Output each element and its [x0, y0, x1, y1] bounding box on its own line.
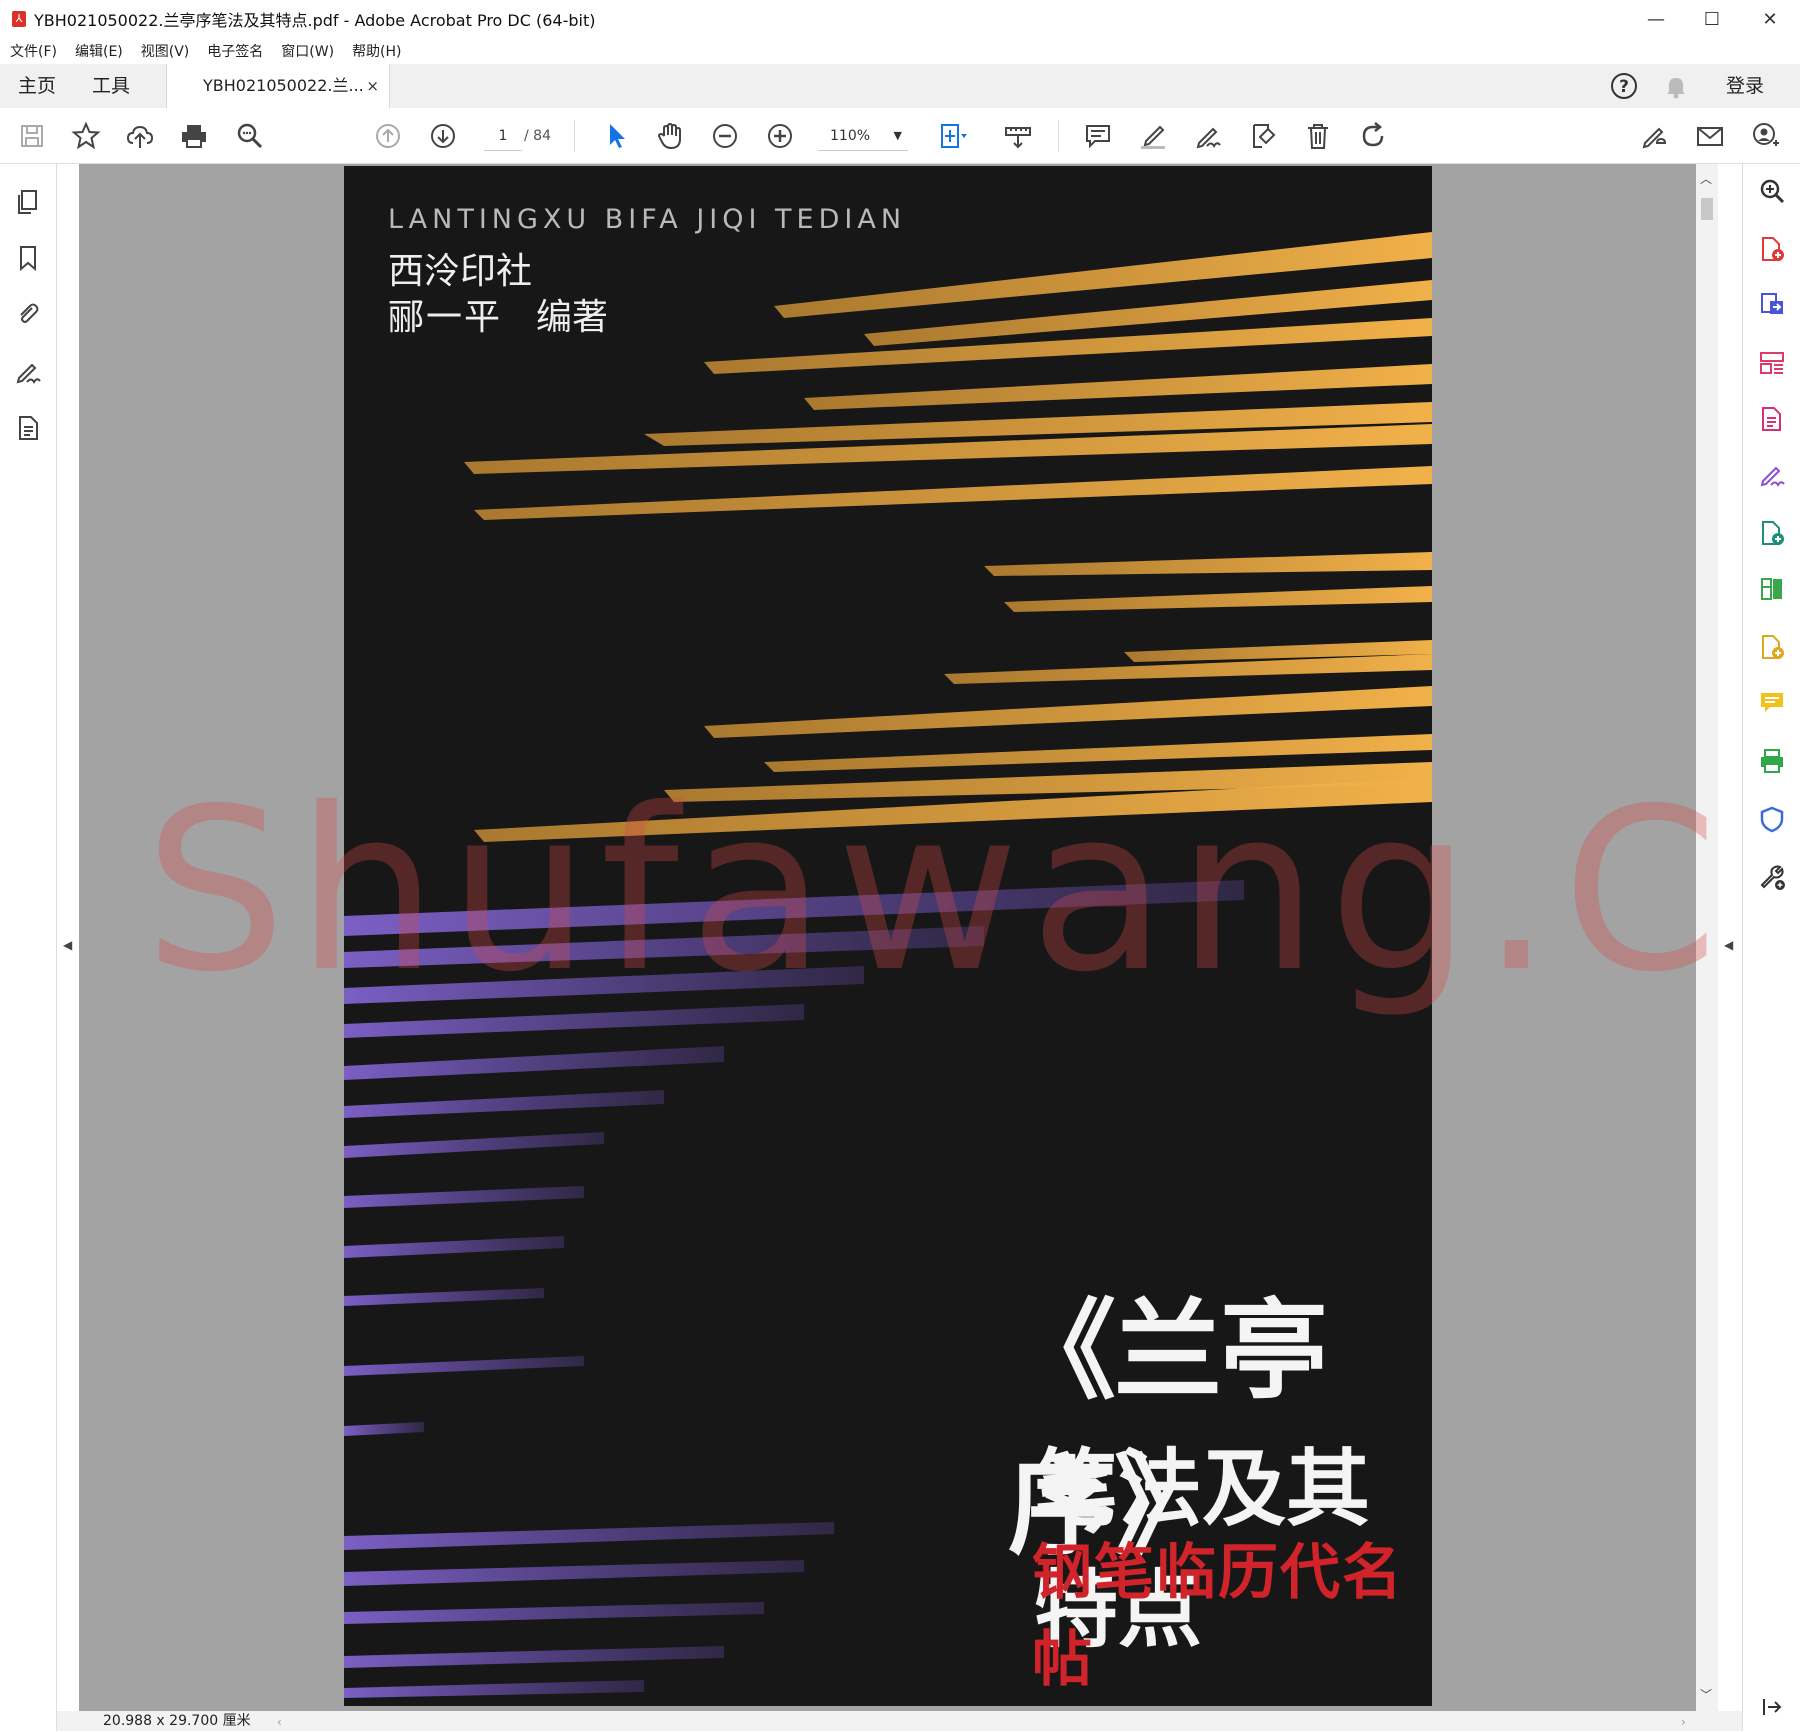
menu-help[interactable]: 帮助(H) — [352, 41, 401, 61]
vertical-scrollbar[interactable]: ︿ ﹀ — [1696, 164, 1718, 1711]
close-tab-button[interactable]: × — [366, 64, 379, 108]
collapse-tools-pane-icon[interactable] — [1757, 1692, 1787, 1722]
maximize-button[interactable]: ☐ — [1684, 0, 1740, 38]
print-icon[interactable] — [176, 118, 212, 154]
email-icon[interactable] — [1692, 118, 1728, 154]
scroll-right-icon[interactable]: › — [1681, 1712, 1686, 1732]
scroll-down-icon[interactable]: ﹀ — [1700, 1686, 1712, 1703]
hand-tool-icon[interactable] — [652, 118, 688, 154]
send-for-signature-icon[interactable] — [1757, 518, 1787, 548]
menu-esign[interactable]: 电子签名 — [207, 41, 263, 61]
tab-bar: 主页 工具 YBH021050022.兰... × ? 登录 — [0, 64, 1800, 109]
toolbar: 1 / 84 110% ▼ — [0, 108, 1800, 164]
login-button[interactable]: 登录 — [1726, 64, 1764, 108]
cover-editor-role: 编著 — [536, 297, 609, 338]
create-pdf-icon[interactable] — [1757, 234, 1787, 264]
prev-page-icon[interactable] — [370, 118, 406, 154]
expand-left-pane-icon[interactable]: ◀ — [63, 938, 72, 952]
trash-icon[interactable] — [1300, 118, 1336, 154]
title-bar: ⅄ YBH021050022.兰亭序笔法及其特点.pdf - Adobe Acr… — [0, 0, 1800, 38]
right-pane-collapse-strip: ◀ — [1718, 164, 1742, 1711]
zoom-search-icon[interactable] — [232, 118, 268, 154]
organize-pages-icon[interactable] — [1757, 348, 1787, 378]
next-page-icon[interactable] — [425, 118, 461, 154]
print-production-icon[interactable] — [1757, 746, 1787, 776]
highlight-pen-icon[interactable] — [1135, 118, 1171, 154]
compare-files-icon[interactable] — [1757, 574, 1787, 604]
document-tab-label: YBH021050022.兰... — [203, 76, 364, 95]
document-properties-icon[interactable] — [12, 412, 44, 444]
expand-right-pane-icon[interactable]: ◀ — [1724, 938, 1733, 952]
protect-shield-icon[interactable] — [1757, 804, 1787, 834]
ruler-tool-icon[interactable] — [1000, 118, 1036, 154]
page-thumbnails-icon[interactable] — [12, 186, 44, 218]
comment-icon[interactable] — [1080, 118, 1116, 154]
pdf-page: LANTINGXU BIFA JIQI TEDIAN 西泠印社 郦一平 编著 《… — [344, 166, 1432, 1706]
page-number-input[interactable]: 1 — [484, 122, 522, 151]
export-pdf-icon[interactable] — [1757, 290, 1787, 320]
save-icon[interactable] — [14, 118, 50, 154]
scroll-left-icon[interactable]: ‹ — [277, 1712, 282, 1732]
cover-pinyin-title: LANTINGXU BIFA JIQI TEDIAN — [388, 204, 907, 235]
bookmark-icon[interactable] — [12, 242, 44, 274]
menu-window[interactable]: 窗口(W) — [281, 41, 334, 61]
toolbar-divider — [574, 120, 575, 152]
comment-tool-icon[interactable] — [1757, 688, 1787, 718]
cover-publisher: 西泠印社 — [388, 251, 533, 292]
zoom-out-icon[interactable] — [707, 118, 743, 154]
zoom-select[interactable]: 110% ▼ — [818, 122, 908, 151]
tab-home[interactable]: 主页 — [18, 64, 56, 108]
sign-pen-icon[interactable] — [1190, 118, 1226, 154]
share-user-icon[interactable] — [1748, 118, 1784, 154]
page-total: / 84 — [524, 128, 551, 144]
menu-edit[interactable]: 编辑(E) — [75, 41, 123, 61]
menu-view[interactable]: 视图(V) — [141, 41, 190, 61]
select-cursor-icon[interactable] — [598, 118, 634, 154]
bell-icon[interactable] — [1662, 72, 1690, 100]
toolbar-divider — [1058, 120, 1059, 152]
page-size-label: 20.988 x 29.700 厘米 — [103, 1713, 251, 1729]
menu-bar: 文件(F) 编辑(E) 视图(V) 电子签名 窗口(W) 帮助(H) — [0, 38, 1800, 64]
combine-files-icon[interactable] — [1757, 632, 1787, 662]
search-zoom-icon[interactable] — [1757, 176, 1787, 206]
rotate-icon[interactable] — [1355, 118, 1391, 154]
zoom-dropdown-icon[interactable]: ▼ — [894, 122, 902, 150]
cloud-upload-icon[interactable] — [122, 118, 158, 154]
menu-file[interactable]: 文件(F) — [10, 41, 57, 61]
edit-pdf-icon[interactable] — [1757, 404, 1787, 434]
cover-author: 郦一平 — [388, 297, 503, 338]
tab-tools[interactable]: 工具 — [92, 64, 130, 108]
scrollbar-thumb[interactable] — [1701, 198, 1713, 220]
stamp-edit-icon[interactable] — [1245, 118, 1281, 154]
tab-document[interactable]: YBH021050022.兰... × — [166, 64, 390, 109]
scroll-up-icon[interactable]: ︿ — [1700, 170, 1712, 187]
cover-series-name: 钢笔临历代名帖 — [1032, 1538, 1404, 1695]
fill-sign-icon[interactable] — [1757, 460, 1787, 490]
zoom-in-icon[interactable] — [762, 118, 798, 154]
more-tools-wrench-icon[interactable] — [1757, 862, 1787, 892]
status-bar: 20.988 x 29.700 厘米 ‹ › — [57, 1711, 1742, 1731]
close-window-button[interactable]: ✕ — [1742, 0, 1798, 38]
zoom-value: 110% — [830, 128, 871, 144]
cloud-sign-icon[interactable] — [1636, 118, 1672, 154]
help-icon[interactable]: ? — [1610, 72, 1638, 100]
window-title: YBH021050022.兰亭序笔法及其特点.pdf - Adobe Acrob… — [34, 11, 596, 30]
acrobat-icon: ⅄ — [12, 11, 26, 27]
signature-panel-icon[interactable] — [12, 356, 44, 388]
minimize-button[interactable]: — — [1628, 0, 1684, 38]
left-pane-collapse-strip: ◀ — [57, 164, 79, 1711]
right-tools-pane — [1742, 164, 1800, 1731]
svg-text:?: ? — [1619, 77, 1629, 97]
attachment-icon[interactable] — [12, 298, 44, 330]
fit-page-icon[interactable] — [934, 118, 970, 154]
left-navigation-pane — [0, 164, 57, 1731]
star-icon[interactable] — [68, 118, 104, 154]
